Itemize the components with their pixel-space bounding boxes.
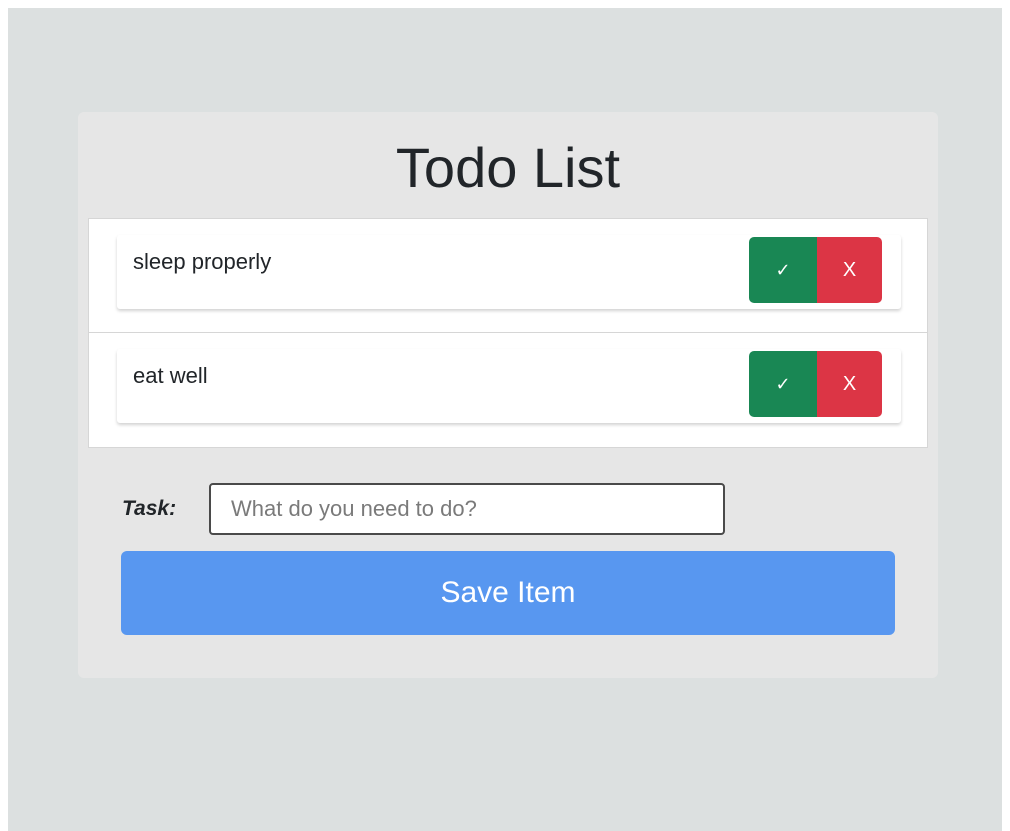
x-icon: X bbox=[842, 372, 857, 395]
todo-item-text: eat well bbox=[133, 363, 208, 388]
task-input[interactable] bbox=[209, 483, 725, 535]
todo-item-card: sleep properly ✓ X bbox=[117, 235, 901, 309]
delete-button[interactable]: X bbox=[817, 351, 882, 417]
list-item: eat well ✓ X bbox=[89, 333, 927, 447]
complete-button[interactable]: ✓ bbox=[749, 237, 817, 303]
delete-button[interactable]: X bbox=[817, 237, 882, 303]
task-label: Task: bbox=[122, 497, 177, 520]
complete-button[interactable]: ✓ bbox=[749, 351, 817, 417]
todo-item-card: eat well ✓ X bbox=[117, 349, 901, 423]
check-icon: ✓ bbox=[775, 259, 791, 280]
todo-card: Todo List sleep properly ✓ X eat well ✓ … bbox=[78, 112, 938, 678]
todo-item-text: sleep properly bbox=[133, 249, 272, 274]
list-item: sleep properly ✓ X bbox=[89, 219, 927, 333]
x-icon: X bbox=[842, 258, 857, 281]
todo-list: sleep properly ✓ X eat well ✓ X bbox=[88, 218, 928, 448]
page-background: Todo List sleep properly ✓ X eat well ✓ … bbox=[8, 8, 1002, 831]
save-item-button[interactable]: Save Item bbox=[121, 551, 895, 635]
page-title: Todo List bbox=[395, 136, 621, 199]
check-icon: ✓ bbox=[775, 373, 791, 394]
